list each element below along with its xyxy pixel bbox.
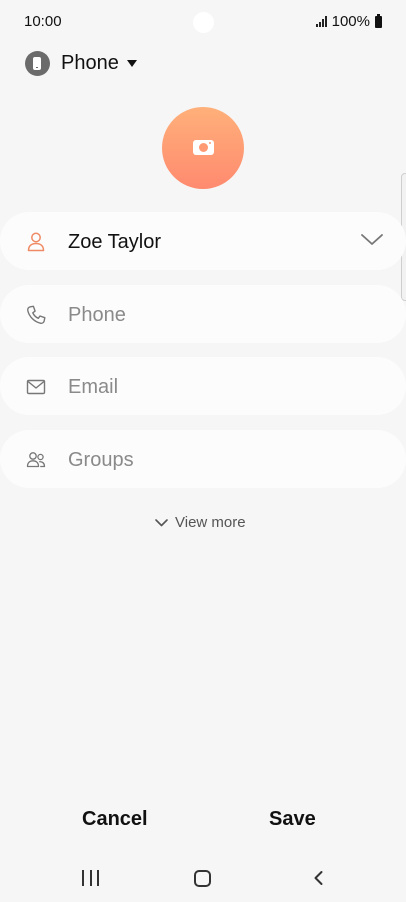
phone-icon: [25, 50, 50, 76]
groups-placeholder: Groups: [68, 449, 134, 471]
people-icon: [26, 452, 46, 468]
email-placeholder: Email: [68, 376, 119, 398]
status-indicators: 100%: [315, 13, 382, 30]
status-bar: 10:00 100%: [0, 0, 406, 44]
storage-account-selector[interactable]: Phone: [25, 48, 137, 78]
name-field[interactable]: Zoe Taylor: [0, 212, 406, 270]
save-button[interactable]: Save: [269, 808, 316, 831]
phone-handset-icon: [27, 305, 46, 324]
add-photo-button[interactable]: [162, 107, 244, 189]
recent-apps-icon[interactable]: [82, 870, 99, 886]
back-icon[interactable]: [311, 870, 327, 886]
chevron-down-icon[interactable]: [359, 226, 385, 252]
front-camera-cutout: [193, 12, 214, 33]
email-field[interactable]: Email: [0, 357, 406, 415]
dropdown-caret-icon: [126, 60, 137, 67]
chevron-down-icon: [155, 518, 168, 526]
battery-icon: [375, 13, 382, 28]
battery-percentage: 100%: [331, 13, 370, 30]
status-time: 10:00: [24, 13, 62, 30]
groups-field[interactable]: Groups: [0, 430, 406, 488]
account-label: Phone: [61, 51, 119, 74]
person-icon: [27, 232, 45, 252]
bottom-action-bar: Cancel Save: [0, 808, 406, 840]
view-more-label: View more: [175, 513, 246, 531]
signal-icon: [315, 16, 327, 27]
view-more-button[interactable]: View more: [154, 511, 246, 533]
navigation-bar: [0, 856, 406, 902]
name-value: Zoe Taylor: [68, 231, 162, 253]
phone-field[interactable]: Phone: [0, 285, 406, 343]
camera-icon: [193, 140, 214, 155]
envelope-icon: [26, 379, 46, 395]
phone-placeholder: Phone: [68, 304, 126, 326]
home-icon[interactable]: [194, 870, 211, 887]
cancel-button[interactable]: Cancel: [82, 808, 148, 831]
